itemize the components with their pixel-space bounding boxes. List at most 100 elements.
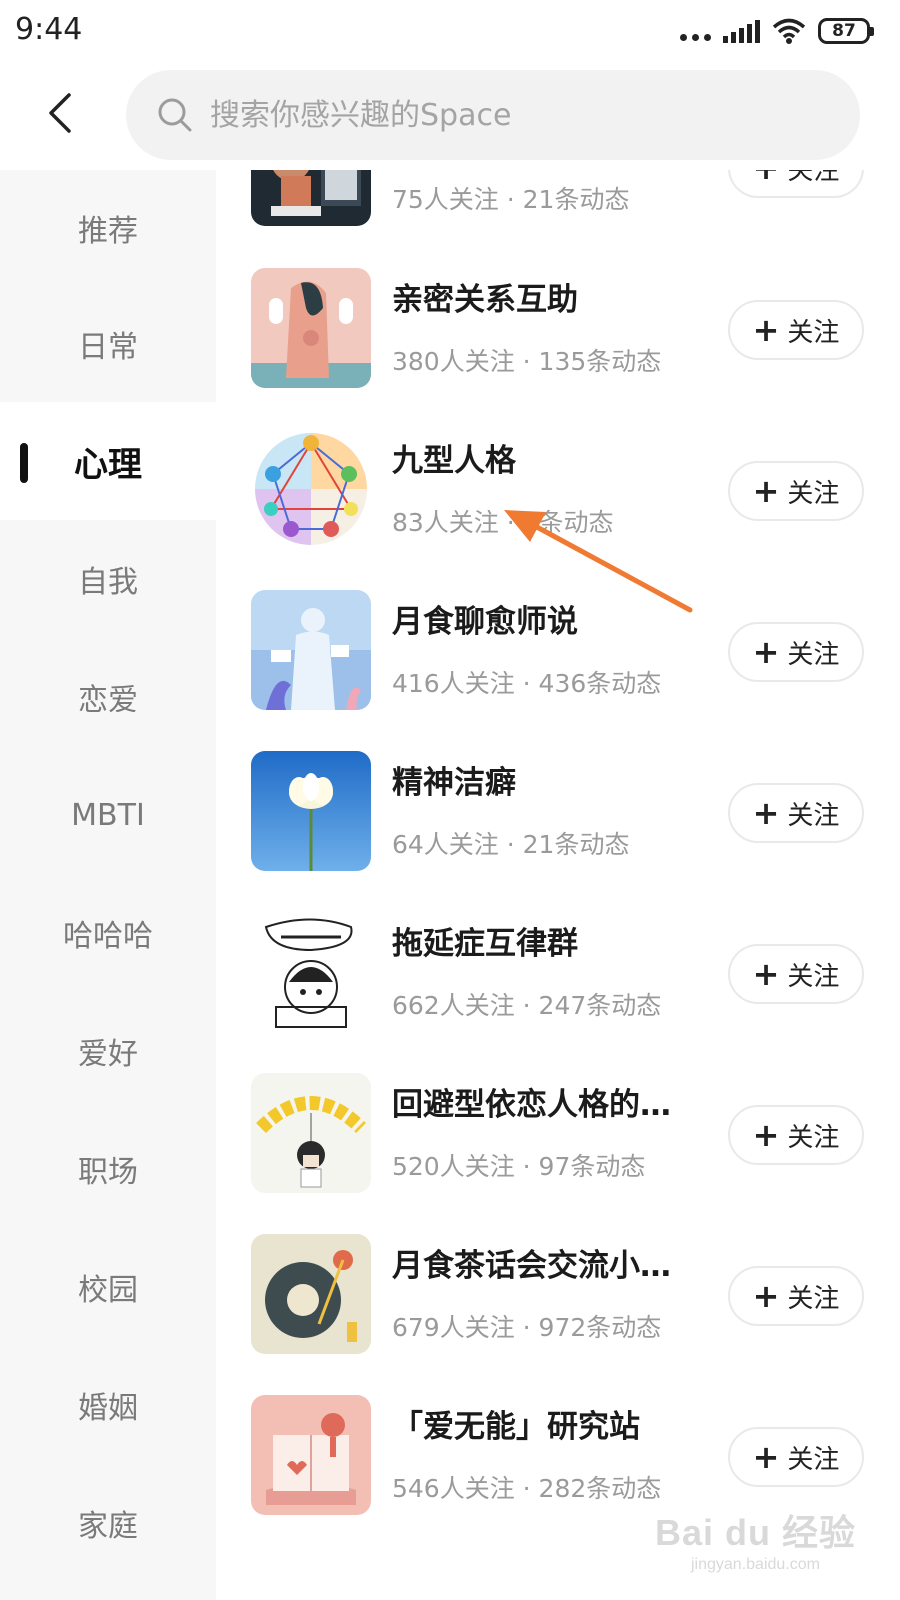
- space-thumbnail: [251, 170, 371, 226]
- follow-button[interactable]: + 关注: [728, 944, 864, 1004]
- sidebar-item-mbti[interactable]: MBTI: [0, 756, 216, 874]
- sidebar-item-psychology[interactable]: 心理: [0, 402, 216, 520]
- space-title: 拖延症互律群: [392, 926, 578, 962]
- plus-icon: +: [752, 1438, 780, 1476]
- wifi-icon: [772, 18, 806, 44]
- sidebar-item-label: MBTI: [71, 797, 145, 833]
- sidebar-item-label: 家庭: [78, 1509, 138, 1544]
- watermark-logo: Bai du 经验: [654, 1512, 856, 1553]
- follow-button[interactable]: + 关注: [728, 622, 864, 682]
- space-meta: 416人关注 · 436条动态: [392, 669, 662, 698]
- follow-button[interactable]: + 关注: [728, 1427, 864, 1487]
- sidebar-item-label: 哈哈哈: [63, 919, 153, 954]
- follow-label: 关注: [787, 961, 840, 992]
- follow-label: 关注: [787, 800, 840, 831]
- list-item[interactable]: 月食茶话会交流小… 679人关注 · 972条动态 + 关注: [216, 1196, 900, 1356]
- sidebar-item-label: 心理: [74, 444, 142, 485]
- space-meta: 679人关注 · 972条动态: [392, 1313, 662, 1342]
- space-title: 回避型依恋人格的…: [392, 1087, 671, 1123]
- space-title: 九型人格: [392, 443, 516, 479]
- plus-icon: +: [752, 1277, 780, 1315]
- follow-label: 关注: [787, 1444, 840, 1475]
- follow-label: 关注: [787, 1283, 840, 1314]
- sidebar-item-label: 职场: [78, 1155, 138, 1190]
- space-title: 月食聊愈师说: [392, 604, 578, 640]
- plus-icon: +: [752, 1116, 780, 1154]
- sidebar-item-label: 爱好: [78, 1037, 138, 1072]
- space-meta: 520人关注 · 97条动态: [392, 1152, 646, 1181]
- sidebar-item-label: 婚姻: [78, 1391, 138, 1426]
- sidebar-item-label: 自我: [78, 565, 138, 600]
- follow-label: 关注: [787, 478, 840, 509]
- follow-button[interactable]: + 关注: [728, 300, 864, 360]
- sidebar-item-marriage[interactable]: 婚姻: [0, 1346, 216, 1464]
- back-arrow-icon: [49, 93, 71, 133]
- search-icon: [156, 95, 196, 135]
- space-title: 月食茶话会交流小…: [392, 1248, 671, 1284]
- follow-button[interactable]: + 关注: [728, 1266, 864, 1326]
- list-item[interactable]: 75人关注 · 21条动态 + 关注: [216, 170, 900, 228]
- follow-button[interactable]: + 关注: [728, 1105, 864, 1165]
- plus-icon: +: [752, 472, 780, 510]
- space-meta: 64人关注 · 21条动态: [392, 830, 630, 859]
- search-input[interactable]: [210, 97, 770, 133]
- space-thumbnail: [251, 1395, 371, 1515]
- sidebar-item-workplace[interactable]: 职场: [0, 1110, 216, 1228]
- space-thumbnail: [251, 1073, 371, 1193]
- list-item[interactable]: 拖延症互律群 662人关注 · 247条动态 + 关注: [216, 874, 900, 1034]
- watermark-url: jingyan.baidu.com: [691, 1556, 820, 1573]
- status-time: 9:44: [15, 12, 83, 47]
- space-meta: 75人关注 · 21条动态: [392, 185, 630, 214]
- sidebar-item-romance[interactable]: 恋爱: [0, 638, 216, 756]
- plus-icon: +: [752, 633, 780, 671]
- category-sidebar: 推荐 日常 心理 自我 恋爱 MBTI 哈哈哈 爱好 职场 校园 婚姻 家庭: [0, 170, 216, 1600]
- plus-icon: +: [752, 955, 780, 993]
- active-indicator: [20, 443, 28, 483]
- list-item[interactable]: 九型人格 83人关注 · 1条动态 + 关注: [216, 391, 900, 551]
- follow-label: 关注: [787, 170, 840, 186]
- space-thumbnail: [251, 429, 371, 549]
- list-item[interactable]: 月食聊愈师说 416人关注 · 436条动态 + 关注: [216, 552, 900, 712]
- space-title: 「爱无能」研究站: [392, 1409, 640, 1445]
- list-item[interactable]: 「爱无能」研究站 546人关注 · 282条动态 + 关注: [216, 1357, 900, 1517]
- list-item[interactable]: 回避型依恋人格的… 520人关注 · 97条动态 + 关注: [216, 1035, 900, 1195]
- space-thumbnail: [251, 751, 371, 871]
- follow-button[interactable]: + 关注: [728, 170, 864, 198]
- sidebar-item-label: 推荐: [78, 214, 138, 249]
- sidebar-item-self[interactable]: 自我: [0, 520, 216, 638]
- sidebar-item-label: 校园: [78, 1273, 138, 1308]
- status-icons: 87: [680, 14, 874, 48]
- search-bar[interactable]: [126, 70, 860, 160]
- plus-icon: +: [752, 311, 780, 349]
- back-button[interactable]: [30, 78, 90, 148]
- status-bar: 9:44 87: [0, 0, 900, 62]
- space-thumbnail: [251, 1234, 371, 1354]
- space-thumbnail: [251, 268, 371, 388]
- space-title: 亲密关系互助: [392, 282, 578, 318]
- plus-icon: +: [753, 170, 780, 184]
- space-list: 75人关注 · 21条动态 + 关注 亲密关系互助 380人关注 · 135条动…: [216, 170, 900, 1600]
- more-dots-icon: [680, 21, 711, 41]
- follow-label: 关注: [787, 1122, 840, 1153]
- follow-label: 关注: [787, 317, 840, 348]
- signal-icon: [723, 19, 760, 43]
- sidebar-item-daily[interactable]: 日常: [0, 286, 216, 402]
- space-thumbnail: [251, 912, 371, 1032]
- sidebar-item-label: 恋爱: [78, 683, 138, 718]
- sidebar-item-label: 日常: [78, 330, 138, 365]
- sidebar-item-campus[interactable]: 校园: [0, 1228, 216, 1346]
- watermark: Bai du 经验 jingyan.baidu.com: [655, 1504, 856, 1574]
- space-title: 精神洁癖: [392, 765, 516, 801]
- sidebar-item-family[interactable]: 家庭: [0, 1464, 216, 1582]
- sidebar-item-hobby[interactable]: 爱好: [0, 992, 216, 1110]
- list-item[interactable]: 精神洁癖 64人关注 · 21条动态 + 关注: [216, 713, 900, 873]
- follow-button[interactable]: + 关注: [728, 783, 864, 843]
- sidebar-item-hahaha[interactable]: 哈哈哈: [0, 874, 216, 992]
- plus-icon: +: [752, 794, 780, 832]
- list-item[interactable]: 亲密关系互助 380人关注 · 135条动态 + 关注: [216, 230, 900, 390]
- follow-label: 关注: [787, 639, 840, 670]
- follow-button[interactable]: + 关注: [728, 461, 864, 521]
- sidebar-item-recommend[interactable]: 推荐: [0, 170, 216, 286]
- battery-indicator: 87: [818, 18, 874, 44]
- space-thumbnail: [251, 590, 371, 710]
